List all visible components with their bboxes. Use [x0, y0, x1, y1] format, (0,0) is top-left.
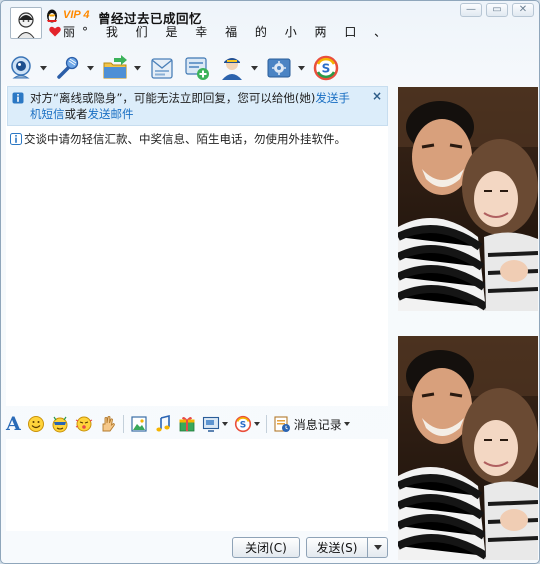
svg-text:S: S — [240, 421, 246, 431]
chevron-down-icon[interactable] — [298, 65, 305, 71]
vip-badge: VIP 4 — [63, 9, 90, 21]
send-email-link[interactable]: 发送邮件 — [88, 107, 134, 121]
chevron-down-icon[interactable] — [251, 65, 258, 71]
app-center-icon — [267, 58, 291, 78]
font-icon: A — [6, 413, 21, 435]
offline-notice-text: 对方“离线或隐身”，可能无法立即回复，您可以给他(她)发送手机短信或者发送邮件 — [30, 90, 355, 122]
contact-avatar[interactable] — [10, 7, 42, 39]
remote-assist-icon — [222, 58, 242, 80]
magic-emoticon-button[interactable] — [51, 415, 69, 433]
font-button[interactable]: A — [6, 413, 21, 435]
self-photo — [398, 336, 538, 560]
send-options-button[interactable] — [367, 537, 388, 558]
image-icon — [131, 416, 147, 432]
gift-button[interactable] — [178, 415, 196, 433]
chat-toolbar: S — [7, 51, 347, 85]
webcam-icon — [11, 56, 31, 79]
svg-text:S: S — [322, 62, 331, 76]
remote-assist-button[interactable] — [218, 52, 258, 84]
music-button[interactable] — [154, 415, 172, 433]
soso-button[interactable]: S — [312, 52, 340, 84]
chevron-down-icon[interactable] — [40, 65, 47, 71]
voice-button[interactable] — [54, 52, 94, 84]
toolbar-separator — [122, 415, 124, 433]
send-button[interactable]: 发送(S) — [306, 537, 368, 558]
shake-face-icon — [75, 416, 92, 432]
contact-signature: 丽° 我 们 是 幸 福 的 小 两 口 、 — [63, 25, 394, 39]
send-file-icon — [103, 55, 127, 79]
security-warning: 交谈中请勿轻信汇款、中奖信息、陌生电话，勿使用外挂软件。 — [10, 131, 380, 147]
microphone-icon — [57, 56, 79, 79]
create-group-button[interactable] — [183, 52, 211, 84]
message-history-icon — [274, 416, 290, 432]
magic-face-icon — [52, 416, 68, 433]
info-icon — [12, 92, 24, 104]
screenshot-button[interactable] — [130, 415, 148, 433]
heart-icon — [49, 26, 61, 37]
info-icon — [10, 133, 22, 145]
gift-icon — [179, 416, 195, 432]
screen-capture-icon — [202, 416, 219, 432]
security-warning-text: 交谈中请勿轻信汇款、中奖信息、陌生电话，勿使用外挂软件。 — [24, 132, 346, 146]
screen-capture-button[interactable] — [202, 415, 228, 433]
soso-search-button[interactable]: S — [234, 415, 260, 433]
chevron-down-icon[interactable] — [343, 422, 350, 426]
offline-notice: 对方“离线或隐身”，可能无法立即回复，您可以给他(她)发送手机短信或者发送邮件 … — [7, 86, 388, 126]
notice-text-middle: 或者 — [64, 107, 88, 121]
qq-penguin-icon — [47, 9, 57, 23]
chevron-down-icon[interactable] — [87, 65, 94, 71]
send-file-button[interactable] — [101, 52, 141, 84]
smiley-icon — [27, 416, 44, 432]
hand-icon — [102, 416, 115, 432]
contact-photo — [398, 87, 538, 311]
app-center-button[interactable] — [265, 52, 305, 84]
shake-window-button[interactable] — [75, 415, 93, 433]
notice-text-before: 对方“离线或隐身”，可能无法立即回复，您可以给他(她) — [30, 91, 316, 105]
music-note-icon — [156, 415, 170, 432]
close-window-button[interactable]: ✕ — [512, 3, 534, 17]
couple-photo-image — [398, 87, 538, 311]
input-toolbar: A S 消息记录 — [6, 411, 356, 437]
chevron-down-icon — [373, 545, 382, 550]
toolbar-separator — [265, 415, 267, 433]
maximize-button[interactable]: ▭ — [486, 3, 508, 17]
minimize-button[interactable]: — — [460, 3, 482, 17]
webcam-button[interactable] — [7, 52, 47, 84]
couple-photo-image — [398, 336, 538, 560]
send-sms-button[interactable] — [148, 52, 176, 84]
chat-window: VIP 4 曾经过去已成回忆 丽° 我 们 是 幸 福 的 小 两 口 、 — … — [0, 0, 540, 564]
notice-close-button[interactable]: × — [372, 89, 382, 103]
soso-icon: S — [313, 55, 339, 81]
emoticon-button[interactable] — [27, 415, 45, 433]
chevron-down-icon[interactable] — [253, 422, 260, 426]
chevron-down-icon[interactable] — [134, 65, 141, 71]
message-history-label: 消息记录 — [293, 417, 342, 432]
message-history-button[interactable]: 消息记录 — [273, 415, 350, 433]
create-group-icon — [185, 57, 209, 80]
message-area[interactable]: 对方“离线或隐身”，可能无法立即回复，您可以给他(她)发送手机短信或者发送邮件 … — [6, 86, 388, 406]
avatar-image — [11, 8, 41, 38]
window-controls: — ▭ ✕ — [460, 3, 534, 17]
message-input[interactable] — [6, 439, 388, 531]
doodle-button[interactable] — [99, 415, 117, 433]
soso-icon: S — [234, 415, 251, 433]
chevron-down-icon[interactable] — [221, 422, 228, 426]
close-button[interactable]: 关闭(C) — [232, 537, 300, 558]
send-sms-icon — [151, 58, 173, 79]
